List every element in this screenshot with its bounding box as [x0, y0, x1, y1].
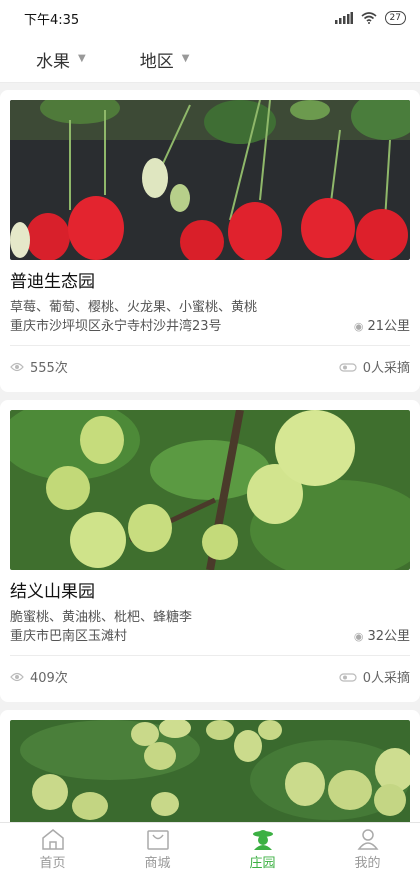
farm-card[interactable]: 结义山果园 脆蜜桃、黄油桃、枇杷、蜂糖李 重庆市巴南区玉滩村 ◉ 32公里 40…	[0, 400, 420, 702]
distance-value: 21公里	[367, 319, 410, 334]
eye-icon	[10, 362, 24, 371]
distance: ◉ 21公里	[354, 319, 410, 335]
shop-bag-icon	[146, 830, 169, 850]
picker-count: 0人采摘	[339, 357, 410, 376]
status-bar: 下午4:35 27	[0, 0, 420, 36]
wifi-icon	[361, 12, 377, 24]
distance-value: 32公里	[367, 629, 410, 644]
tab-farm[interactable]: 庄园	[210, 823, 315, 876]
address-row: 重庆市巴南区玉滩村 ◉ 32公里	[10, 629, 410, 645]
person-icon	[356, 829, 379, 850]
farm-address: 重庆市沙坪坝区永宁寺村沙井湾23号	[10, 319, 222, 334]
caret-down-icon: ▼	[78, 52, 86, 64]
region-filter-dropdown[interactable]: 地区 ▼	[140, 47, 190, 72]
signal-icon	[334, 12, 353, 24]
tab-mine[interactable]: 我的	[315, 823, 420, 876]
fruit-filter-dropdown[interactable]: 水果 ▼	[36, 47, 86, 72]
divider	[10, 655, 410, 656]
tab-shop-label: 商城	[144, 856, 171, 871]
location-pin-icon: ◉	[353, 320, 364, 333]
address-row: 重庆市沙坪坝区永宁寺村沙井湾23号 ◉ 21公里	[10, 319, 410, 335]
view-count-value: 555次	[30, 361, 68, 376]
home-icon	[41, 829, 64, 850]
tab-shop[interactable]: 商城	[105, 823, 210, 876]
picker-count-value: 0人采摘	[362, 361, 410, 376]
view-count: 409次	[10, 667, 68, 686]
farm-list: 普迪生态园 草莓、葡萄、樱桃、火龙果、小蜜桃、黄桃 重庆市沙坪坝区永宁寺村沙井湾…	[0, 82, 420, 822]
farm-photo-strawberries	[10, 100, 410, 260]
battery-indicator: 27	[384, 11, 406, 25]
divider	[10, 345, 410, 346]
farm-photo-peaches	[10, 410, 410, 570]
picker-icon	[339, 672, 357, 682]
fruit-filter-label: 水果	[36, 51, 70, 72]
tab-home-label: 首页	[39, 856, 66, 871]
view-count-value: 409次	[30, 671, 68, 686]
filter-bar: 水果 ▼ 地区 ▼	[0, 36, 420, 83]
farm-address: 重庆市巴南区玉滩村	[10, 629, 128, 644]
region-filter-label: 地区	[139, 51, 174, 72]
tab-mine-label: 我的	[354, 856, 381, 871]
distance: ◉ 32公里	[354, 629, 410, 645]
tab-farm-label: 庄园	[249, 856, 276, 871]
fruit-list: 脆蜜桃、黄油桃、枇杷、蜂糖李	[10, 610, 193, 625]
stats-row: 409次 0人采摘	[10, 667, 410, 686]
picker-count: 0人采摘	[339, 667, 410, 686]
picker-icon	[339, 362, 357, 372]
caret-down-icon: ▼	[181, 52, 190, 64]
farm-name: 结义山果园	[10, 582, 95, 602]
bottom-tab-bar: 首页 商城 庄园 我的	[0, 822, 420, 876]
farmer-icon	[252, 830, 273, 850]
tab-home[interactable]: 首页	[0, 823, 105, 876]
status-icons: 27	[334, 11, 406, 25]
eye-icon	[10, 672, 24, 681]
fruit-list: 草莓、葡萄、樱桃、火龙果、小蜜桃、黄桃	[10, 300, 258, 315]
view-count: 555次	[10, 357, 68, 376]
status-time: 下午4:35	[24, 12, 80, 28]
stats-row: 555次 0人采摘	[10, 357, 410, 376]
farm-photo-plums	[10, 720, 410, 822]
farm-card[interactable]: 普迪生态园 草莓、葡萄、樱桃、火龙果、小蜜桃、黄桃 重庆市沙坪坝区永宁寺村沙井湾…	[0, 90, 420, 392]
farm-name: 普迪生态园	[10, 272, 95, 292]
location-pin-icon: ◉	[353, 630, 364, 643]
farm-card[interactable]	[0, 710, 420, 822]
picker-count-value: 0人采摘	[362, 671, 410, 686]
